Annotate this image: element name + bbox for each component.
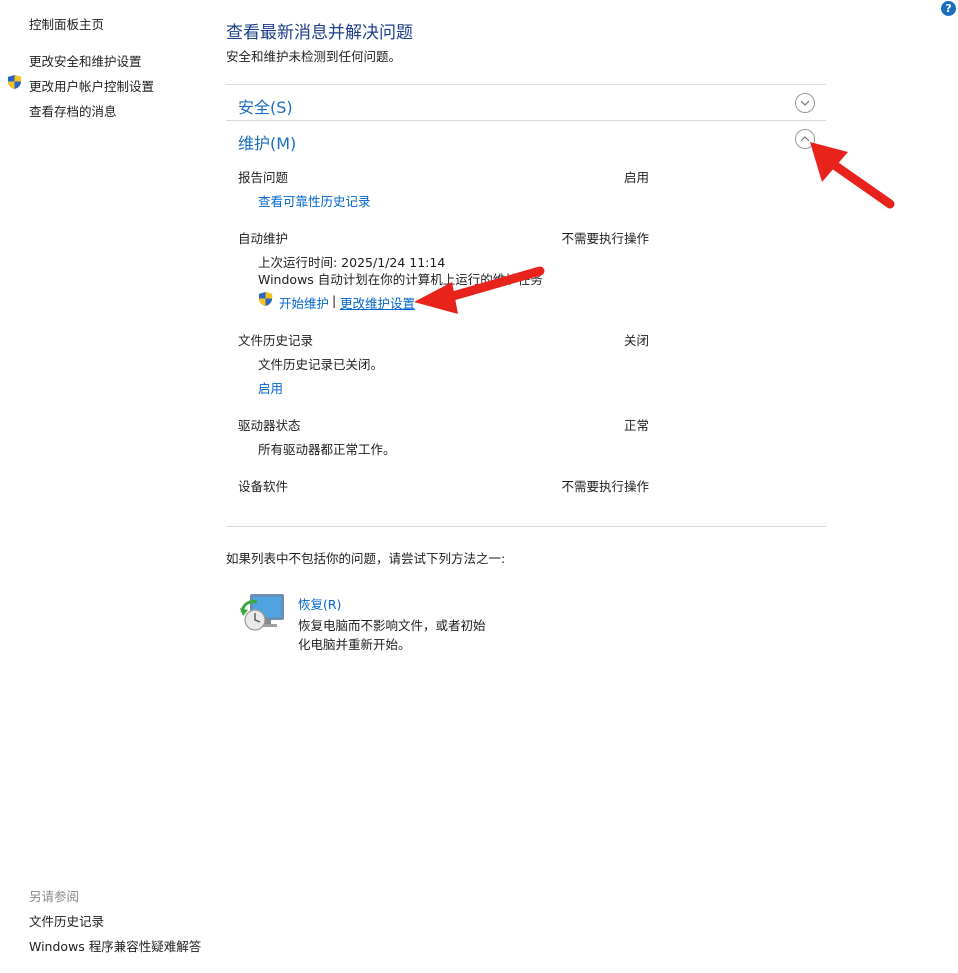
security-section-header[interactable]: 安全(S): [238, 94, 293, 118]
nav-view-archived-messages[interactable]: 查看存档的消息: [29, 101, 117, 120]
report-problems-status: 启用: [623, 170, 649, 185]
nav-control-panel-home[interactable]: 控制面板主页: [29, 14, 104, 33]
page-subtitle: 安全和维护未检测到任何问题。: [226, 49, 402, 64]
troubleshoot-hint: 如果列表中不包括你的问题，请尝试下列方法之一:: [226, 551, 506, 566]
see-also-heading: 另请参阅: [29, 889, 80, 904]
auto-maintenance-label: 自动维护: [238, 231, 289, 246]
uac-shield-icon: [258, 291, 273, 307]
collapse-maintenance-chevron-icon[interactable]: [795, 129, 815, 149]
recovery-icon: [240, 594, 284, 631]
device-software-status: 不需要执行操作: [561, 479, 649, 494]
recovery-link[interactable]: 恢复(R): [298, 594, 341, 613]
change-maintenance-settings-link[interactable]: 更改维护设置: [340, 293, 415, 312]
start-maintenance-link[interactable]: 开始维护: [279, 293, 329, 312]
uac-shield-icon: [7, 74, 22, 90]
red-arrow-annotation-icon: [810, 142, 895, 209]
see-also-file-history[interactable]: 文件历史记录: [29, 911, 104, 930]
help-icon[interactable]: ?: [941, 1, 956, 16]
device-software-label: 设备软件: [238, 479, 289, 494]
recovery-description: 恢复电脑而不影响文件，或者初始化电脑并重新开始。: [298, 618, 486, 652]
divider: [226, 526, 826, 527]
view-reliability-history-link[interactable]: 查看可靠性历史记录: [258, 191, 371, 210]
file-history-label: 文件历史记录: [238, 333, 314, 348]
drive-status-status: 正常: [623, 418, 649, 433]
divider: [226, 84, 826, 85]
divider: [226, 120, 826, 121]
enable-file-history-link[interactable]: 启用: [258, 378, 283, 397]
page-title: 查看最新消息并解决问题: [226, 23, 413, 43]
see-also-compat-troubleshooter[interactable]: Windows 程序兼容性疑难解答: [29, 936, 201, 955]
file-history-description: 文件历史记录已关闭。: [258, 357, 384, 372]
report-problems-label: 报告问题: [238, 170, 289, 185]
nav-change-security-settings[interactable]: 更改安全和维护设置: [29, 51, 142, 70]
link-separator: |: [332, 293, 337, 308]
file-history-status: 关闭: [623, 333, 649, 348]
auto-maintenance-description: Windows 自动计划在你的计算机上运行的维护任务。: [258, 272, 543, 287]
maintenance-section-header[interactable]: 维护(M): [238, 130, 296, 154]
auto-maintenance-status: 不需要执行操作: [561, 231, 649, 246]
drive-status-label: 驱动器状态: [238, 418, 301, 433]
nav-change-uac-settings[interactable]: 更改用户帐户控制设置: [29, 76, 154, 95]
expand-security-chevron-icon[interactable]: [795, 93, 815, 113]
drive-status-description: 所有驱动器都正常工作。: [258, 442, 396, 457]
